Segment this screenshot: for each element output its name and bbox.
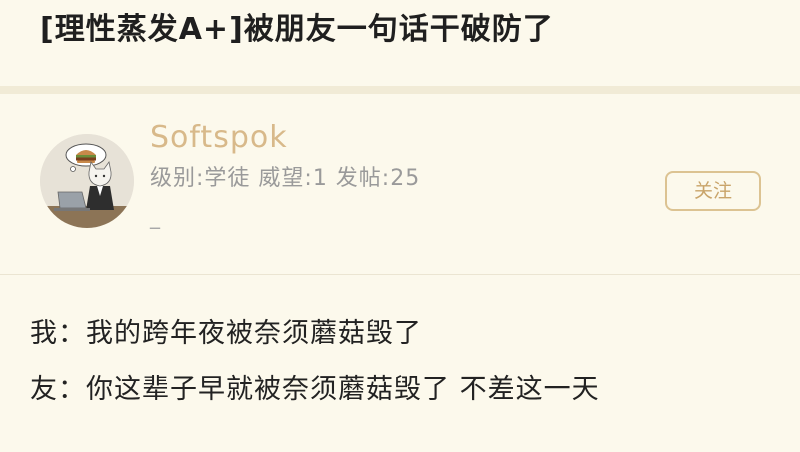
author-card: Softspok 级别:学徒 威望:1 发帖:25 _ 关注 (0, 94, 800, 274)
avatar[interactable] (40, 134, 134, 228)
author-meta: 级别:学徒 威望:1 发帖:25 (150, 166, 421, 191)
follow-button[interactable]: 关注 (665, 171, 761, 211)
post-header: [理性蒸发A+]被朋友一句话干破防了 (0, 0, 800, 86)
content-line: 我：我的跨年夜被奈须蘑菇毁了 (30, 318, 422, 349)
author-signature: _ (150, 205, 160, 229)
post-body: 我：我的跨年夜被奈须蘑菇毁了 友：你这辈子早就被奈须蘑菇毁了 不差这一天 (0, 275, 800, 452)
content-line: 友：你这辈子早就被奈须蘑菇毁了 不差这一天 (30, 374, 600, 405)
header-divider (0, 86, 800, 94)
post-title: [理性蒸发A+]被朋友一句话干破防了 (40, 12, 554, 47)
avatar-cat-image (40, 134, 134, 228)
author-username[interactable]: Softspok (150, 120, 288, 156)
